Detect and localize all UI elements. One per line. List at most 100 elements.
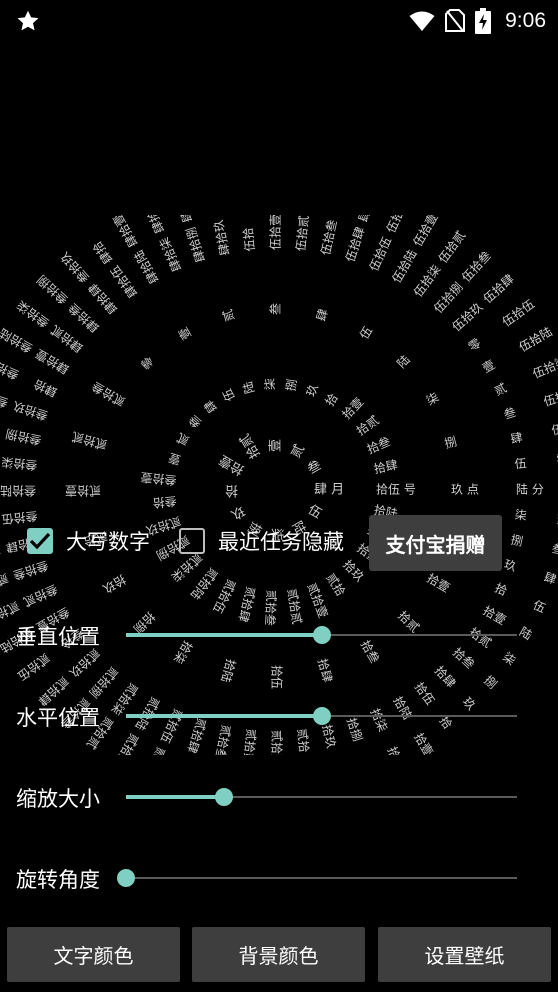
clock-ring-second-label: 叁拾柒 (14, 298, 52, 331)
uppercase-label: 大写数字 (66, 530, 150, 554)
clock-ring-second-label: 叁拾捌 (34, 272, 71, 307)
slider-fill (126, 714, 322, 718)
clock-ring-second-label: 肆拾玖 (355, 215, 380, 224)
clock-ring-second-label: 肆拾捌 (326, 215, 348, 216)
clock-ring-hour-label: 捌 (443, 433, 458, 451)
clock-ring-day-label: 拾贰 (353, 412, 381, 438)
clock-ring-second-label: 叁拾叁 (0, 418, 2, 440)
clock-ring-hour-label: 贰拾叁 (89, 379, 128, 410)
scale-size-slider-row: 缩放大小 (0, 777, 558, 817)
clock-ring-minute-label: 肆拾玖 (210, 219, 232, 257)
clock-ring-second-label: 伍拾 (383, 215, 406, 235)
rotation-angle-slider-row: 旋转角度 (0, 858, 558, 898)
clock-ring-day-label: 贰 (174, 430, 192, 449)
clock-ring-minute-label: 贰 (492, 380, 509, 399)
clock-ring-minute-label: 肆拾陆 (131, 248, 162, 287)
clock-ring-day-label: 叁拾 (152, 494, 177, 511)
clock-ring-minute-label: 叁拾贰 (21, 582, 60, 610)
no-sim-icon (445, 9, 466, 32)
clock-ring-minute-label: 叁拾玖 (11, 398, 50, 423)
clock-ring-hour-label: 壹 (176, 325, 194, 342)
clock-ring-day-label: 肆 (202, 397, 220, 415)
clock-ring-day-label: 拾 (322, 390, 341, 408)
clock-ring-day-label: 柒 (263, 378, 278, 391)
slider-thumb[interactable] (312, 707, 331, 725)
slider-fill (126, 633, 322, 637)
slider-thumb[interactable] (117, 869, 135, 887)
background-color-button[interactable]: 背景颜色 (192, 927, 365, 982)
vertical-position-label: 垂直位置 (16, 625, 100, 649)
clock-ring-minute-label: 伍拾伍 (366, 234, 394, 273)
hide-recent-label: 最近任务隐藏 (218, 530, 344, 554)
clock-ring-hour-label: 拾伍 (270, 665, 285, 689)
scale-size-slider[interactable] (126, 788, 517, 806)
text-clock-preview: 肆 月伍陆柒捌玖拾拾壹拾贰壹贰叁拾伍 号拾陆拾柒拾捌拾玖贰拾贰拾壹贰拾贰贰拾叁贰… (0, 215, 558, 755)
clock-ring-minute-label: 叁拾柒 (1, 455, 38, 474)
clock-ring-second-label: 叁拾玖 (57, 249, 92, 286)
clock-ring-second-label: 肆拾壹 (110, 215, 141, 250)
clock-ring-hour-label: 贰拾壹 (65, 484, 101, 499)
uppercase-checkbox[interactable] (27, 528, 53, 554)
status-clock: 9:06 (505, 9, 546, 32)
clock-ring-day-label: 玖 (304, 382, 321, 398)
star-icon (17, 10, 39, 31)
clock-ring-minute-label: 伍拾玖 (449, 299, 486, 334)
clock-ring-day-label: 陆 (240, 380, 258, 395)
slider-thumb[interactable] (214, 788, 233, 806)
text-color-button[interactable]: 文字颜色 (7, 927, 180, 982)
clock-ring-second-label: 肆 (542, 570, 558, 587)
clock-ring-minute-label: 伍拾叁 (318, 218, 340, 256)
hide-recent-checkbox[interactable] (179, 528, 205, 554)
clock-ring-month-label: 贰 (288, 442, 308, 461)
slider-thumb[interactable] (312, 626, 331, 644)
clock-ring-minute-label: 肆拾伍 (107, 263, 140, 301)
clock-ring-second-label: 伍拾壹 (410, 215, 441, 249)
clock-ring-minute-label: 肆拾贰 (48, 322, 86, 355)
clock-ring-day-label: 拾壹 (339, 394, 366, 422)
clock-ring-second-label: 叁拾肆 (0, 386, 10, 411)
clock-ring-minute-label: 伍拾壹 (268, 215, 283, 250)
clock-ring-second-label: 贰拾伍 (15, 651, 53, 684)
clock-ring-hour-label: 柒 (424, 390, 441, 408)
clock-ring-minute-label: 叁拾捌 (4, 426, 42, 448)
rotation-angle-label: 旋转角度 (16, 868, 100, 892)
wifi-icon (409, 11, 435, 31)
clock-ring-month-label: 拾 (225, 483, 238, 498)
clock-ring-minute-label: 陆 分 (516, 482, 544, 497)
clock-ring-second-label: 捌 (481, 672, 500, 691)
clock-ring-hour-label: 肆 (314, 307, 331, 322)
clock-ring-second-label: 伍拾柒 (530, 353, 558, 381)
clock-ring-hour-label: 零 (139, 353, 157, 371)
clock-ring-hour-label: 伍 (357, 324, 375, 341)
clock-ring-minute-label: 叁 (502, 404, 518, 422)
clock-ring-minute-label: 肆拾叁 (65, 300, 102, 335)
clock-ring-minute-label: 肆拾 (31, 377, 59, 400)
clock-ring-hour-label: 叁 (268, 303, 283, 315)
clock-ring-hour-label: 拾陆 (218, 657, 239, 684)
clock-ring-day-label: 壹 (167, 450, 183, 467)
clock-ring-hour-label: 拾壹 (424, 570, 452, 595)
clock-ring-hour-label: 拾玖 (100, 572, 128, 597)
clock-ring-minute-label: 伍拾 (240, 227, 257, 252)
clock-ring-day-label: 叁 (185, 412, 204, 431)
clock-ring-month-label: 肆 月 (314, 483, 344, 498)
clock-ring-hour-label: 陆 (394, 352, 413, 371)
clock-ring-minute-label: 伍 (514, 456, 527, 471)
clock-ring-second-label: 拾贰 (385, 744, 408, 755)
horizontal-position-slider[interactable] (126, 707, 517, 725)
clock-ring-hour-label: 拾肆 (315, 657, 336, 684)
clock-ring-minute-label: 肆拾肆 (85, 280, 120, 317)
clock-ring-second-label: 伍拾陆 (516, 324, 555, 355)
alipay-donate-button[interactable]: 支付宝捐赠 (369, 515, 502, 571)
rotation-angle-slider[interactable] (117, 869, 517, 887)
vertical-position-slider[interactable] (126, 626, 517, 644)
clock-ring-month-label: 壹 (269, 439, 284, 452)
scale-size-label: 缩放大小 (16, 787, 100, 811)
clock-ring-second-label: 叁拾陆 (0, 325, 35, 356)
set-wallpaper-button[interactable]: 设置壁纸 (378, 927, 551, 982)
battery-charging-icon (475, 8, 492, 34)
checkmark-icon (29, 532, 51, 550)
clock-ring-day-label: 拾叁 (365, 433, 393, 456)
clock-ring-minute-label: 伍拾陆 (389, 247, 420, 286)
clock-ring-second-label: 叁拾伍 (0, 355, 21, 383)
